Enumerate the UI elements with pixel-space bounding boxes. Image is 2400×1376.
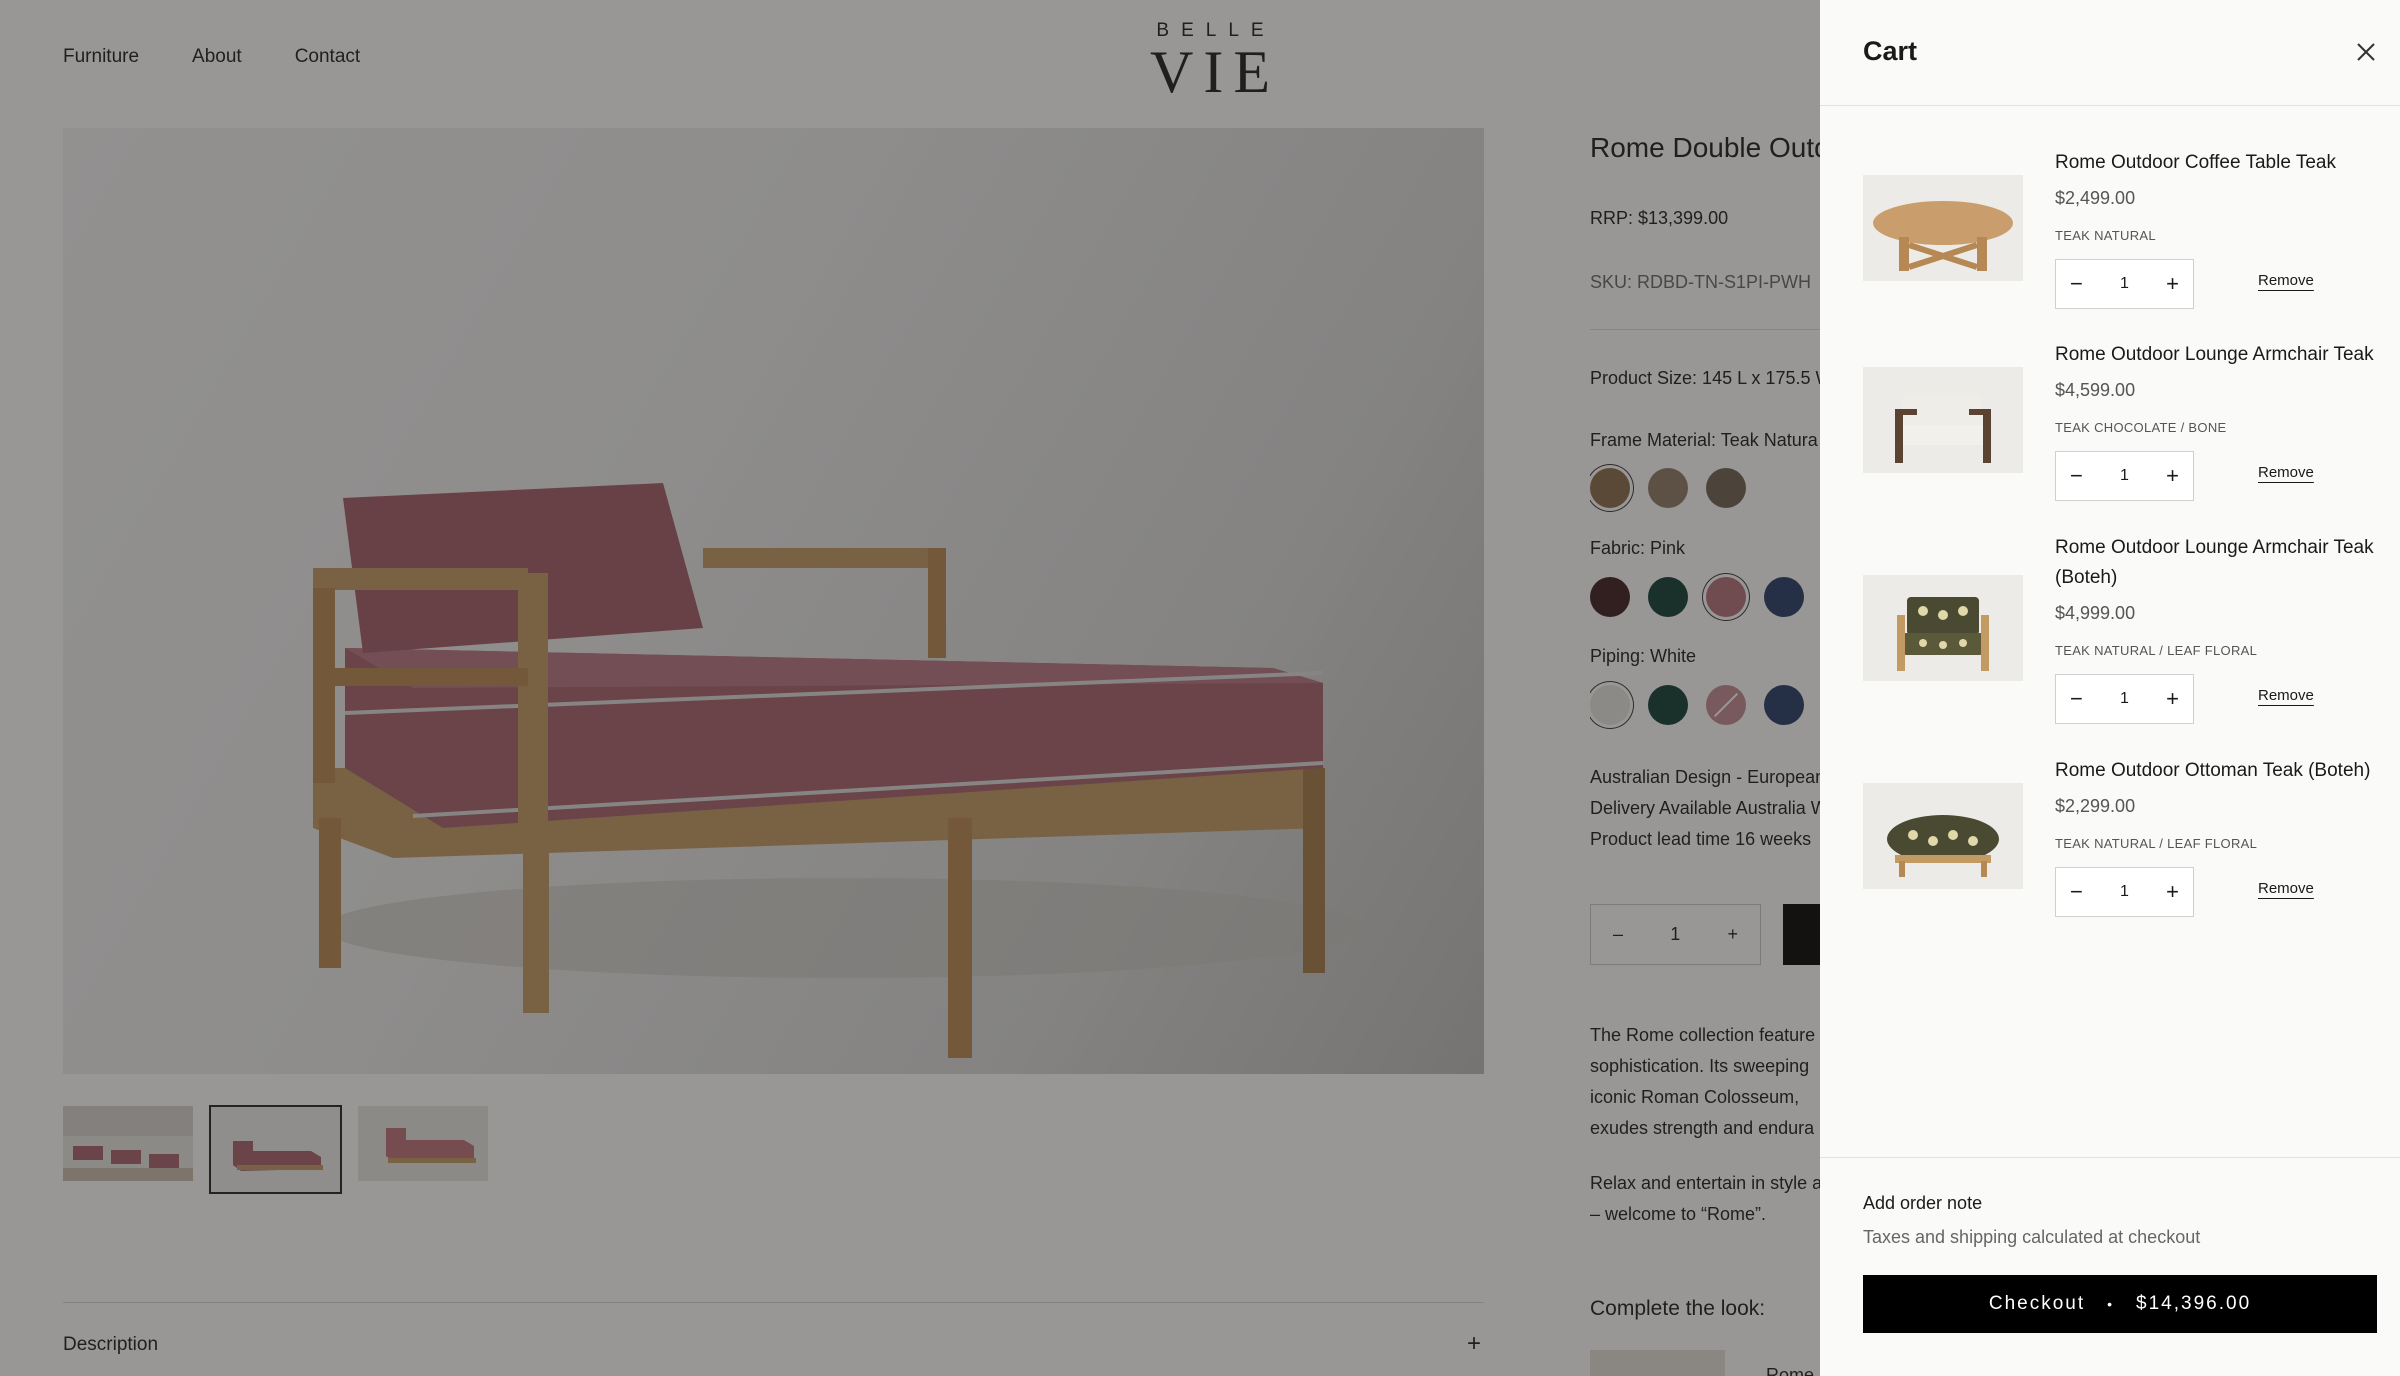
- cart-item-variant: TEAK CHOCOLATE / BONE: [2055, 420, 2227, 435]
- quantity-value[interactable]: 1: [2120, 690, 2129, 708]
- remove-item-link[interactable]: Remove: [2258, 272, 2314, 289]
- armchair-image: [1895, 395, 1991, 463]
- close-icon-glyph: [2357, 43, 2375, 61]
- cart-item-price: $2,499.00: [2055, 188, 2136, 208]
- decrease-quantity-button[interactable]: −: [2070, 463, 2083, 489]
- cart-item-image[interactable]: [1863, 175, 2023, 281]
- decrease-quantity-button[interactable]: −: [2070, 271, 2083, 297]
- remove-item-link[interactable]: Remove: [2258, 880, 2314, 897]
- cart-title: Cart: [1863, 36, 1918, 66]
- remove-item-link[interactable]: Remove: [2258, 687, 2314, 704]
- decrease-quantity-button[interactable]: −: [2070, 686, 2083, 712]
- cart-item-price: $2,299.00: [2055, 796, 2136, 816]
- cart-item-variant: TEAK NATURAL / LEAF FLORAL: [2055, 643, 2258, 658]
- increase-quantity-button[interactable]: +: [2166, 271, 2179, 297]
- cart-item-quantity-stepper: − 1 +: [2055, 451, 2194, 501]
- quantity-value[interactable]: 1: [2120, 467, 2129, 485]
- coffee-table-image: [1873, 201, 2013, 271]
- cart-item-image[interactable]: [1863, 575, 2023, 681]
- quantity-value[interactable]: 1: [2120, 883, 2129, 901]
- cart-item-quantity-stepper: − 1 +: [2055, 259, 2194, 309]
- increase-quantity-button[interactable]: +: [2166, 879, 2179, 905]
- cart-item-variant: TEAK NATURAL: [2055, 228, 2156, 243]
- ottoman-image: [1887, 815, 1999, 877]
- quantity-value[interactable]: 1: [2120, 275, 2129, 293]
- cart-item-image[interactable]: [1863, 783, 2023, 889]
- checkout-total: $14,396.00: [2136, 1293, 2252, 1314]
- increase-quantity-button[interactable]: +: [2166, 463, 2179, 489]
- checkout-separator: •: [2107, 1296, 2115, 1312]
- cart-item-name[interactable]: Rome Outdoor Coffee Table Teak: [2055, 148, 2385, 178]
- cart-item-variant: TEAK NATURAL / LEAF FLORAL: [2055, 836, 2258, 851]
- cart-drawer: Cart Rome Outdoor Coffee Table Teak $2,4…: [1820, 0, 2400, 1376]
- cart-item-image[interactable]: [1863, 367, 2023, 473]
- cart-header-divider: [1820, 105, 2400, 106]
- tax-shipping-note: Taxes and shipping calculated at checkou…: [1863, 1227, 2201, 1247]
- cart-item-name[interactable]: Rome Outdoor Lounge Armchair Teak (Boteh…: [2055, 533, 2385, 593]
- remove-item-link[interactable]: Remove: [2258, 464, 2314, 481]
- cart-item-quantity-stepper: − 1 +: [2055, 867, 2194, 917]
- increase-quantity-button[interactable]: +: [2166, 686, 2179, 712]
- add-order-note-link[interactable]: Add order note: [1863, 1193, 1982, 1214]
- cart-item-name[interactable]: Rome Outdoor Lounge Armchair Teak: [2055, 340, 2385, 370]
- cart-item-price: $4,599.00: [2055, 380, 2136, 400]
- modal-backdrop[interactable]: [0, 0, 1820, 1376]
- patterned-armchair-image: [1897, 597, 1989, 671]
- cart-item-price: $4,999.00: [2055, 603, 2136, 623]
- decrease-quantity-button[interactable]: −: [2070, 879, 2083, 905]
- cart-footer-divider: [1820, 1157, 2400, 1158]
- cart-item-name[interactable]: Rome Outdoor Ottoman Teak (Boteh): [2055, 756, 2385, 786]
- checkout-button[interactable]: Checkout • $14,396.00: [1863, 1275, 2377, 1333]
- checkout-label: Checkout: [1988, 1293, 2086, 1314]
- close-icon[interactable]: [2352, 38, 2380, 66]
- cart-item-quantity-stepper: − 1 +: [2055, 674, 2194, 724]
